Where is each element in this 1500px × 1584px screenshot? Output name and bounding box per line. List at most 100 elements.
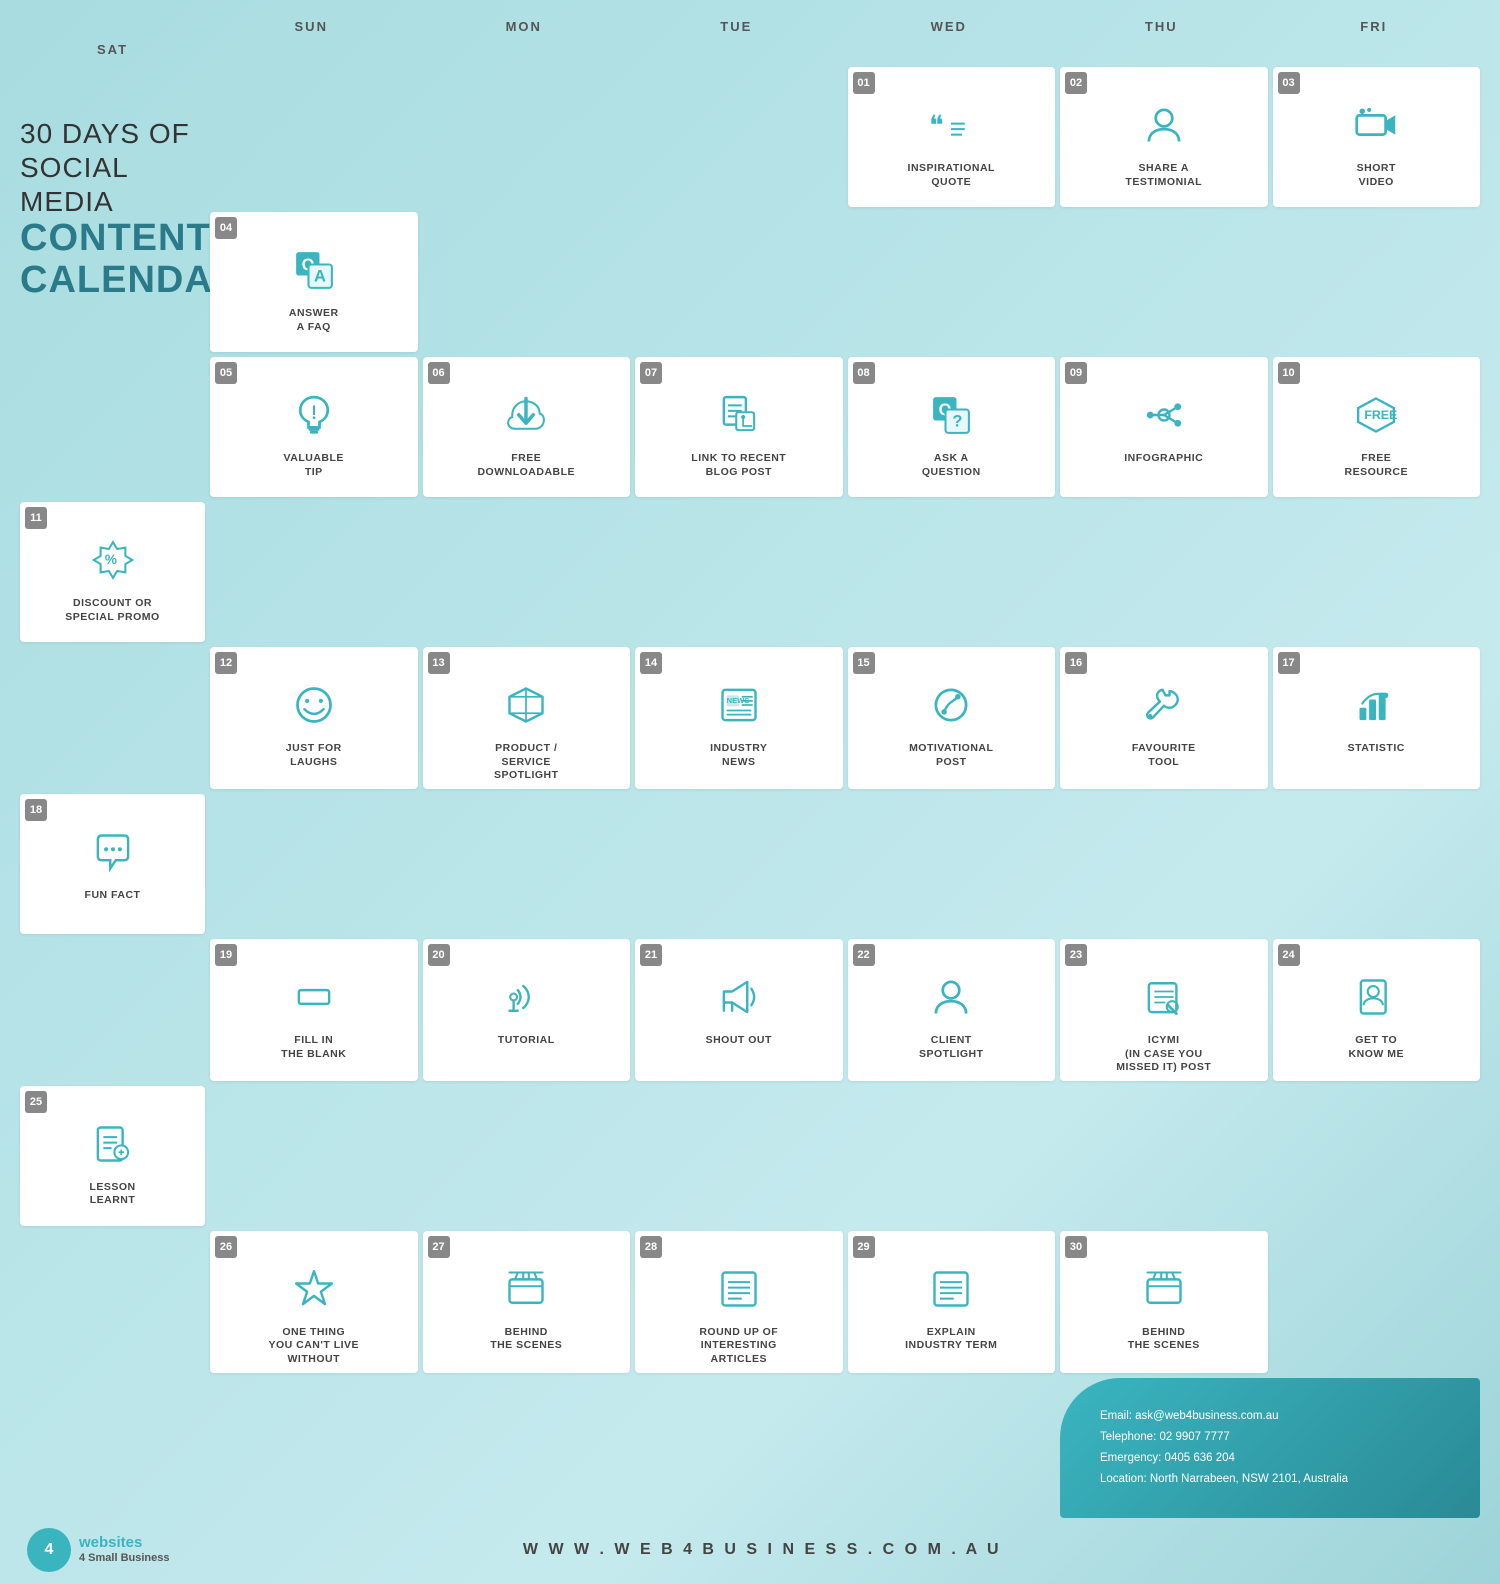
cell-label-29: EXPLAININDUSTRY TERM [905, 1326, 997, 1353]
footer-logo: 4 websites 4 Small Business [25, 1526, 170, 1574]
cell-label-03: SHORTVIDEO [1357, 162, 1396, 189]
contact-location: Location: North Narrabeen, NSW 2101, Aus… [1100, 1471, 1455, 1487]
contact-area: Email: ask@web4business.com.au Telephone… [1060, 1378, 1480, 1518]
day-mon: MON [418, 15, 631, 38]
icon-tool [1142, 683, 1186, 734]
icon-infographic [1142, 393, 1186, 444]
logo-line1: websites [79, 1535, 170, 1552]
icon-blog [717, 393, 761, 444]
cell-label-01: INSPIRATIONALQUOTE [908, 162, 995, 189]
icon-knowme [1354, 975, 1398, 1026]
cell-num-03: 03 [1278, 72, 1300, 94]
icon-client [929, 975, 973, 1026]
cell-09: 09 INFOGRAPHIC [1060, 357, 1268, 497]
cell-label-28: ROUND UP OFINTERESTINGARTICLES [699, 1326, 778, 1367]
cell-07: 07 LINK TO RECENTBLOG POST [635, 357, 843, 497]
icon-quote: ❝ [929, 103, 973, 154]
icon-lesson [91, 1122, 135, 1173]
cell-num-15: 15 [853, 652, 875, 674]
cell-num-02: 02 [1065, 72, 1087, 94]
cell-num-25: 25 [25, 1091, 47, 1113]
cell-label-21: SHOUT OUT [706, 1034, 772, 1048]
icon-question: Q ? [929, 393, 973, 444]
cell-label-27: BEHINDTHE SCENES [490, 1326, 562, 1353]
icon-faq: Q A [292, 248, 336, 299]
cell-01: 01 ❝ INSPIRATIONALQUOTE [848, 67, 1056, 207]
icon-explain [929, 1267, 973, 1318]
cell-num-19: 19 [215, 944, 237, 966]
cell-num-01: 01 [853, 72, 875, 94]
cell-02: 02 SHARE ATESTIMONIAL [1060, 67, 1268, 207]
svg-text:FREE: FREE [1365, 408, 1398, 422]
icon-download [504, 393, 548, 444]
cell-num-27: 27 [428, 1236, 450, 1258]
day-tue: TUE [630, 15, 843, 38]
cell-num-14: 14 [640, 652, 662, 674]
icon-star [292, 1267, 336, 1318]
cell-num-30: 30 [1065, 1236, 1087, 1258]
cell-14: 14 NEWS INDUSTRYNEWS [635, 647, 843, 789]
cell-label-18: FUN FACT [85, 889, 141, 903]
cell-label-07: LINK TO RECENTBLOG POST [691, 452, 786, 479]
title-cell: 30 DAYS OF SOCIAL MEDIA CONTENT CALENDAR [20, 67, 205, 352]
cell-08: 08 Q ? ASK AQUESTION [848, 357, 1056, 497]
cell-num-07: 07 [640, 362, 662, 384]
cell-label-17: STATISTIC [1348, 742, 1405, 756]
cell-num-05: 05 [215, 362, 237, 384]
cell-num-06: 06 [428, 362, 450, 384]
cell-num-11: 11 [25, 507, 47, 529]
cell-17: 17 STATISTIC [1273, 647, 1481, 789]
cell-label-04: ANSWERA FAQ [289, 307, 339, 334]
cell-label-06: FREEDOWNLOADABLE [477, 452, 575, 479]
icon-roundup [717, 1267, 761, 1318]
cell-12: 12 JUST FORLAUGHS [210, 647, 418, 789]
day-fri: FRI [1268, 15, 1481, 38]
footer-url: W W W . W E B 4 B U S I N E S S . C O M … [523, 1541, 1002, 1559]
cell-10: 10 FREE FREERESOURCE [1273, 357, 1481, 497]
cell-num-24: 24 [1278, 944, 1300, 966]
contact-emergency: Emergency: 0405 636 204 [1100, 1450, 1455, 1466]
days-header: SUN MON TUE WED THU FRI SAT [20, 15, 1480, 61]
cell-label-16: FAVOURITETOOL [1132, 742, 1196, 769]
cell-num-16: 16 [1065, 652, 1087, 674]
cell-label-12: JUST FORLAUGHS [286, 742, 342, 769]
cell-27: 27 BEHINDTHE SCENES [423, 1231, 631, 1373]
day-thu: THU [1055, 15, 1268, 38]
cell-label-15: MOTIVATIONALPOST [909, 742, 993, 769]
cell-num-26: 26 [215, 1236, 237, 1258]
cell-label-11: DISCOUNT ORSPECIAL PROMO [65, 597, 159, 624]
icon-laugh [292, 683, 336, 734]
svg-text:❝: ❝ [929, 110, 944, 141]
icon-funfact [91, 830, 135, 881]
icon-shoutout [717, 975, 761, 1026]
cell-label-20: TUTORIAL [498, 1034, 555, 1048]
day-sun: SUN [205, 15, 418, 38]
cell-num-12: 12 [215, 652, 237, 674]
contact-telephone: Telephone: 02 9907 7777 [1100, 1429, 1455, 1445]
cell-label-10: FREERESOURCE [1344, 452, 1408, 479]
cell-num-09: 09 [1065, 362, 1087, 384]
cell-26: 26 ONE THINGYOU CAN'T LIVEWITHOUT [210, 1231, 418, 1373]
day-wed: WED [843, 15, 1056, 38]
cell-16: 16 FAVOURITETOOL [1060, 647, 1268, 789]
title-main: 30 DAYS OF SOCIAL MEDIA [20, 117, 200, 218]
title-sub: CONTENT CALENDAR [20, 218, 200, 302]
icon-video [1354, 103, 1398, 154]
cell-num-28: 28 [640, 1236, 662, 1258]
cell-30: 30 BEHINDTHE SCENES [1060, 1231, 1268, 1373]
icon-testimonial [1142, 103, 1186, 154]
cell-label-22: CLIENTSPOTLIGHT [919, 1034, 984, 1061]
cell-04: 04 Q A ANSWERA FAQ [210, 212, 418, 352]
cell-25: 25 LESSONLEARNT [20, 1086, 205, 1226]
icon-scenes2 [1142, 1267, 1186, 1318]
cell-label-26: ONE THINGYOU CAN'T LIVEWITHOUT [268, 1326, 359, 1367]
icon-motivational [929, 683, 973, 734]
cell-num-04: 04 [215, 217, 237, 239]
cell-13: 13 PRODUCT /SERVICESPOTLIGHT [423, 647, 631, 789]
cell-label-30: BEHINDTHE SCENES [1128, 1326, 1200, 1353]
cell-15: 15 MOTIVATIONALPOST [848, 647, 1056, 789]
icon-product [504, 683, 548, 734]
cell-06: 06 FREEDOWNLOADABLE [423, 357, 631, 497]
icon-icymi [1142, 975, 1186, 1026]
contact-email: Email: ask@web4business.com.au [1100, 1408, 1455, 1424]
